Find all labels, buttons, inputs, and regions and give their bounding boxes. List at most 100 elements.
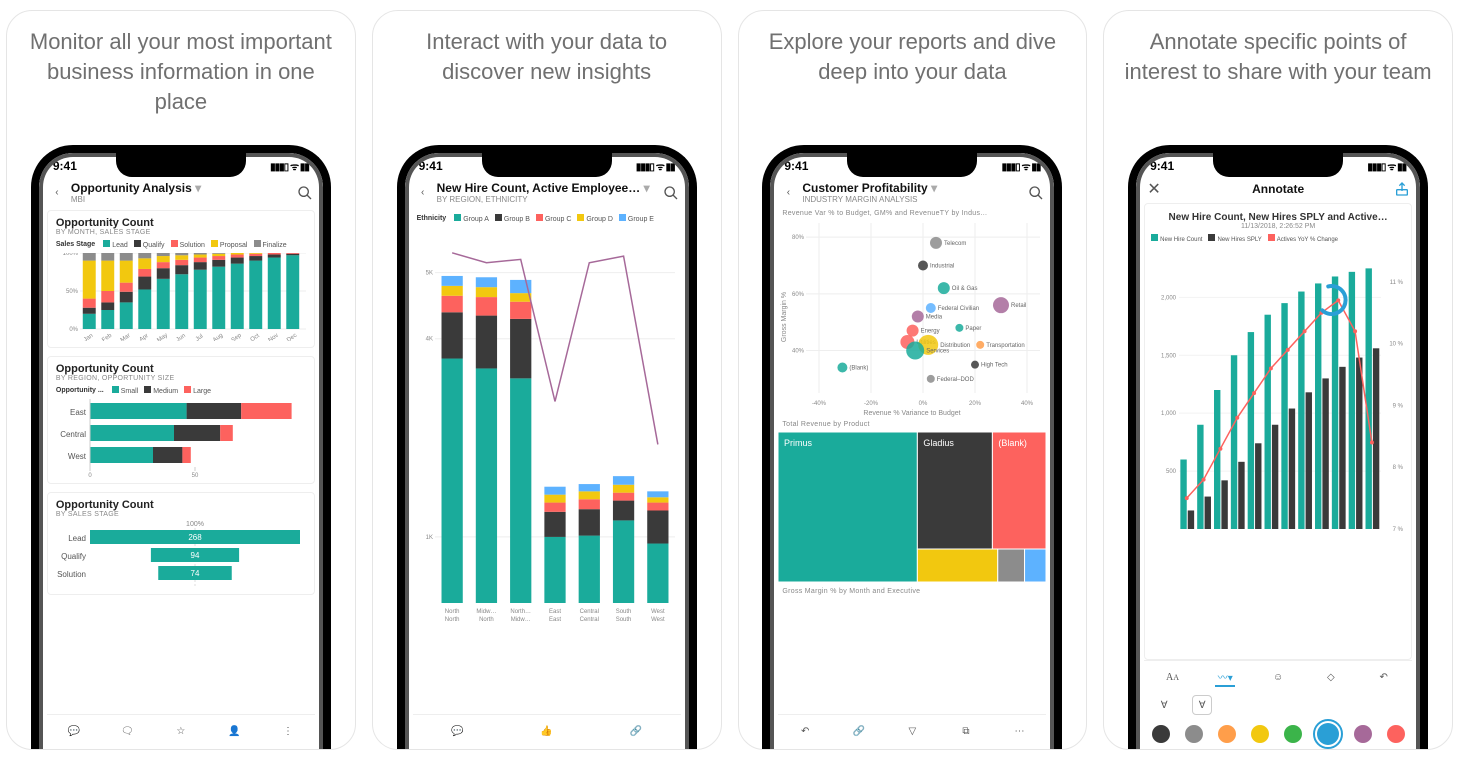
more-icon[interactable]: ⋯ — [1010, 721, 1030, 741]
svg-text:4K: 4K — [425, 337, 432, 343]
svg-text:5K: 5K — [425, 271, 432, 277]
tile-opportunity-by-stage[interactable]: Opportunity Count BY SALES STAGE 100%Lea… — [47, 492, 315, 595]
color-swatch[interactable] — [1185, 725, 1203, 743]
svg-text:Gladius: Gladius — [924, 438, 955, 448]
svg-text:Mar: Mar — [120, 333, 132, 341]
svg-text:2,000: 2,000 — [1161, 295, 1177, 301]
svg-text:9 %: 9 % — [1393, 403, 1404, 409]
svg-text:Transportation: Transportation — [987, 343, 1025, 349]
tile-subtitle: BY REGION, OPPORTUNITY SIZE — [56, 375, 306, 382]
svg-text:50: 50 — [192, 473, 199, 477]
text-tool-icon[interactable]: AA — [1163, 667, 1183, 687]
color-palette — [1144, 717, 1412, 747]
svg-text:Sep: Sep — [230, 332, 243, 341]
back-icon[interactable]: ‹ — [415, 185, 431, 201]
svg-text:Central: Central — [579, 609, 598, 615]
pen-tool-icon[interactable]: 〰︎▾ — [1215, 667, 1235, 687]
stamp1-icon[interactable]: ∀ — [1154, 695, 1174, 715]
svg-text:Nov: Nov — [267, 333, 279, 341]
svg-text:East: East — [549, 609, 561, 615]
headline-3: Explore your reports and dive deep into … — [751, 27, 1075, 127]
svg-text:11 %: 11 % — [1390, 280, 1404, 286]
chart-hire-by-region[interactable]: 1K4K5KNorthNorthMidw…NorthNorth…Midw…Eas… — [413, 227, 681, 627]
chart-a[interactable]: 0%50%100%JanFebMarAprMayJunJulAugSepOctN… — [56, 253, 306, 341]
chart-treemap[interactable]: PrimusGladius(Blank) — [778, 432, 1046, 582]
svg-text:Services: Services — [927, 349, 950, 355]
chart-c[interactable]: 100%Lead268Qualify94Solution74 — [56, 518, 306, 588]
app-bar: ‹ Customer Profitability ▾ INDUSTRY MARG… — [778, 177, 1046, 210]
color-swatch[interactable] — [1354, 725, 1372, 743]
comment-icon[interactable]: 💬 — [447, 721, 467, 741]
svg-text:-20%: -20% — [864, 401, 879, 407]
notch — [116, 153, 246, 177]
color-swatch[interactable] — [1284, 725, 1302, 743]
svg-text:1,500: 1,500 — [1161, 353, 1177, 359]
svg-text:South: South — [615, 617, 631, 623]
search-icon[interactable] — [297, 185, 313, 201]
report-title[interactable]: Opportunity Analysis — [71, 181, 192, 195]
undo-icon[interactable]: ↶ — [795, 721, 815, 741]
link-icon[interactable]: 🔗 — [849, 721, 869, 741]
search-icon[interactable] — [1028, 185, 1044, 201]
link-icon[interactable]: 🔗 — [626, 721, 646, 741]
legend-item: Group C — [536, 214, 571, 223]
annotate-bar: ✕ Annotate — [1144, 177, 1412, 203]
chat-icon[interactable]: 🗨 — [117, 721, 137, 741]
legend-item: New Hires SPLY — [1208, 234, 1261, 243]
favorite-icon[interactable]: ☆ — [171, 721, 191, 741]
color-swatch[interactable] — [1152, 725, 1170, 743]
copy-icon[interactable]: ⧉ — [956, 721, 976, 741]
eraser-tool-icon[interactable]: ◇ — [1321, 667, 1341, 687]
svg-text:Feb: Feb — [101, 332, 113, 341]
back-icon[interactable]: ‹ — [780, 185, 796, 201]
color-swatch[interactable] — [1251, 725, 1269, 743]
screenshot-gallery: Monitor all your most important business… — [0, 0, 1459, 760]
color-swatch[interactable] — [1218, 725, 1236, 743]
phone-1: 9:41 ▮▮▮▯ ᯤ ▮▮ ‹ Opportunity Analysis ▾ … — [31, 145, 331, 749]
svg-text:40%: 40% — [792, 349, 805, 355]
chart-annotate[interactable]: 2,0001,5001,00050011 %10 %9 %8 %7 % — [1151, 247, 1405, 537]
svg-text:60%: 60% — [792, 292, 805, 298]
svg-text:Central: Central — [60, 430, 86, 439]
tile-opportunity-by-region[interactable]: Opportunity Count BY REGION, OPPORTUNITY… — [47, 356, 315, 484]
share-person-icon[interactable]: 👤 — [224, 721, 244, 741]
svg-text:West: West — [651, 609, 665, 615]
share-icon[interactable] — [1394, 181, 1410, 197]
svg-text:268: 268 — [188, 533, 202, 542]
more-icon[interactable]: ⋮ — [278, 721, 298, 741]
color-swatch[interactable] — [1317, 723, 1339, 745]
status-icons: ▮▮▮▯ ᯤ ▮▮ — [270, 159, 309, 173]
svg-text:North: North — [444, 609, 459, 615]
color-swatch[interactable] — [1387, 725, 1405, 743]
search-icon[interactable] — [663, 185, 679, 201]
tile-title: Opportunity Count — [56, 499, 306, 511]
stamp2-icon[interactable]: ∀ — [1192, 695, 1212, 715]
chart-b[interactable]: EastCentralWest050 — [56, 399, 306, 477]
svg-text:South: South — [615, 609, 631, 615]
promo-card-2: Interact with your data to discover new … — [372, 10, 722, 750]
comment-icon[interactable]: 💬 — [64, 721, 84, 741]
emoji-tool-icon[interactable]: ☺ — [1268, 667, 1288, 687]
close-icon[interactable]: ✕ — [1146, 181, 1162, 197]
svg-text:50%: 50% — [66, 289, 79, 295]
annotate-toolbar: AA 〰︎▾ ☺ ◇ ↶ — [1144, 660, 1412, 693]
undo-tool-icon[interactable]: ↶ — [1374, 667, 1394, 687]
svg-text:(Blank): (Blank) — [999, 438, 1028, 448]
status-time: 9:41 — [1150, 159, 1174, 173]
svg-text:Solution: Solution — [57, 570, 86, 579]
filter-icon[interactable]: ▽ — [902, 721, 922, 741]
screen-title: Annotate — [1168, 182, 1388, 196]
report-title[interactable]: Customer Profitability — [802, 181, 927, 195]
svg-text:Jun: Jun — [175, 333, 186, 341]
report-title[interactable]: New Hire Count, Active Employee… — [437, 181, 641, 195]
promo-card-4: Annotate specific points of interest to … — [1103, 10, 1453, 750]
svg-text:-40%: -40% — [812, 401, 827, 407]
promo-card-1: Monitor all your most important business… — [6, 10, 356, 750]
chart-scatter[interactable]: 80%60%40%-40%-20%0%20%40%Revenue % Varia… — [778, 217, 1046, 417]
legend-item: Qualify — [134, 240, 165, 249]
tile-opportunity-by-month[interactable]: Opportunity Count BY MONTH, SALES STAGE … — [47, 210, 315, 348]
insights-icon[interactable]: 👍 — [537, 721, 557, 741]
back-icon[interactable]: ‹ — [49, 185, 65, 201]
report-subtitle: BY REGION, ETHNICITY — [437, 195, 657, 204]
legend-item: New Hire Count — [1151, 234, 1202, 243]
